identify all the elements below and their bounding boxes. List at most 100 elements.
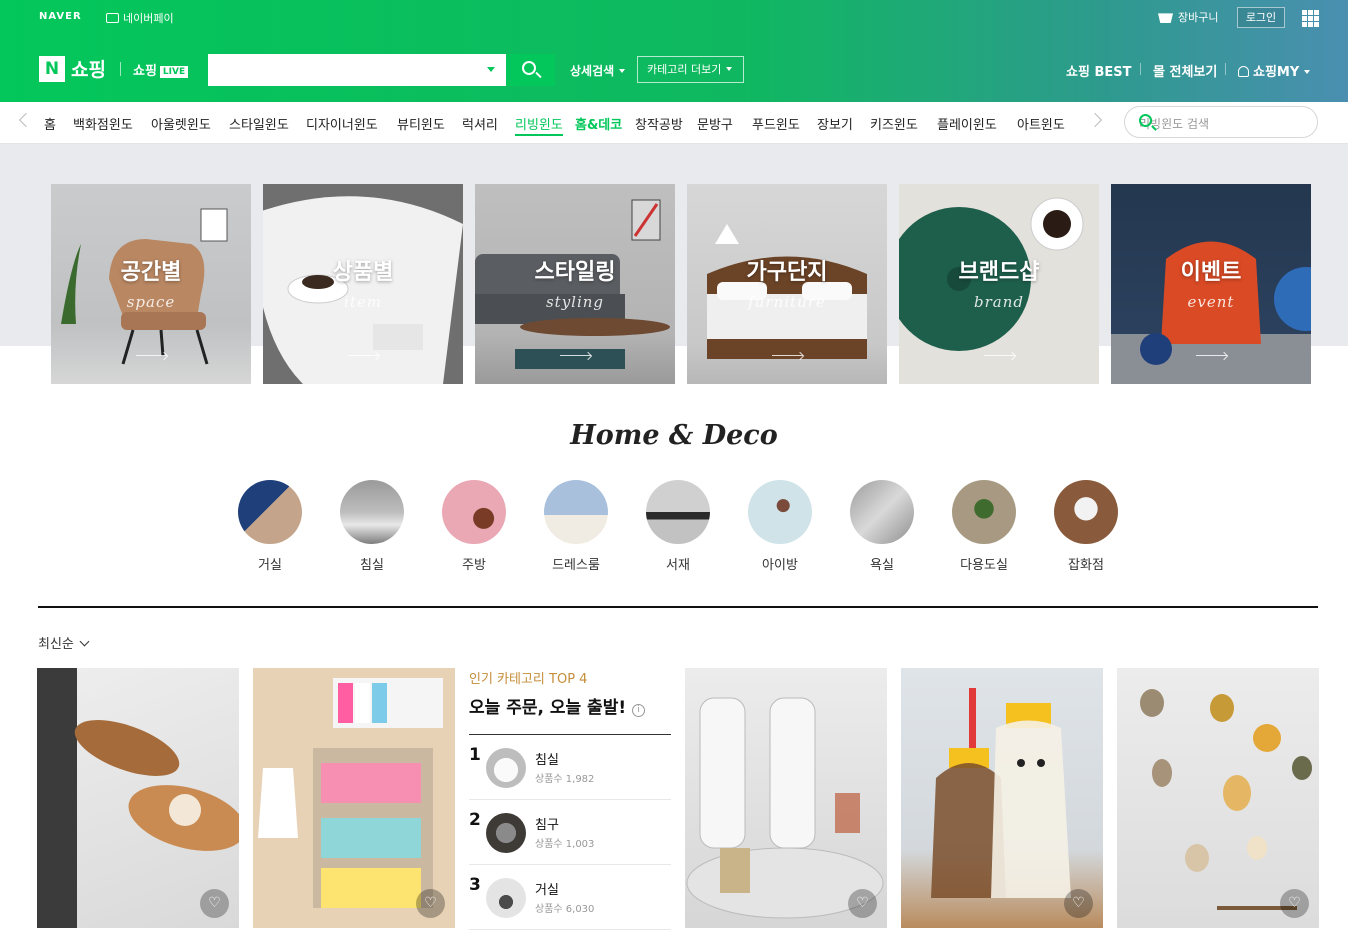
- window-nav-bar: 홈 백화점윈도 아울렛윈도 스타일윈도 디자이너윈도 뷰티윈도 럭셔리 리빙윈도…: [0, 102, 1348, 144]
- product-card[interactable]: ♡: [37, 668, 239, 928]
- rank-item[interactable]: 3 거실 상품수 6,030: [469, 865, 671, 930]
- room-label: 침실: [360, 558, 384, 573]
- nav-prev-icon[interactable]: [18, 112, 34, 128]
- nav-item-home-deco[interactable]: 홈&데코: [575, 114, 622, 133]
- room-study[interactable]: 서재: [638, 480, 718, 573]
- room-goods[interactable]: 잡화점: [1046, 480, 1126, 573]
- cart-link[interactable]: 장바구니: [1158, 9, 1218, 25]
- wish-heart-icon[interactable]: ♡: [848, 889, 877, 918]
- detail-search-button[interactable]: 상세검색: [570, 62, 626, 79]
- rank-item[interactable]: 1 침실 상품수 1,982: [469, 735, 671, 800]
- rank-name: 침실: [535, 753, 559, 768]
- product-card[interactable]: ♡: [1117, 668, 1319, 928]
- room-kids[interactable]: 아이방: [740, 480, 820, 573]
- nav-item-food[interactable]: 푸드윈도: [752, 114, 800, 133]
- nav-item-style[interactable]: 스타일윈도: [229, 114, 289, 133]
- search-button[interactable]: [506, 54, 555, 86]
- living-search-input[interactable]: 리빙윈도 검색: [1124, 106, 1318, 138]
- nav-item-luxury[interactable]: 럭셔리: [462, 114, 498, 133]
- tile-title: 가구단지: [746, 260, 828, 285]
- category-more-button[interactable]: 카테고리 더보기: [637, 56, 744, 83]
- room-label: 드레스룸: [552, 558, 600, 573]
- sort-label: 최신순: [38, 637, 74, 652]
- product-card[interactable]: ♡: [685, 668, 887, 928]
- tile-space[interactable]: 공간별 space: [51, 184, 251, 384]
- wish-heart-icon[interactable]: ♡: [200, 889, 229, 918]
- logo-divider: [120, 62, 121, 76]
- sort-dropdown[interactable]: 최신순: [38, 633, 90, 652]
- top4-subtitle: 인기 카테고리 TOP 4: [469, 672, 588, 687]
- nav-item-play[interactable]: 플레이윈도: [937, 114, 997, 133]
- caret-down-icon: [726, 67, 733, 71]
- search-dropdown-icon[interactable]: [487, 67, 495, 72]
- shopping-logo-text[interactable]: 쇼핑: [71, 55, 106, 82]
- wish-heart-icon[interactable]: ♡: [1280, 889, 1309, 918]
- product-card[interactable]: ♡: [253, 668, 455, 928]
- nav-item-craft[interactable]: 창작공방: [635, 114, 683, 133]
- room-label: 아이방: [762, 558, 798, 573]
- arrow-right-icon: [772, 355, 803, 356]
- tile-event[interactable]: 이벤트 event: [1111, 184, 1311, 384]
- room-dressroom[interactable]: 드레스룸: [536, 480, 616, 573]
- arrow-right-icon: [348, 355, 379, 356]
- rank-thumbnail: [486, 878, 526, 918]
- nav-item-beauty[interactable]: 뷰티윈도: [397, 114, 445, 133]
- shopping-best-link[interactable]: 쇼핑 BEST: [1066, 61, 1131, 80]
- tile-brand[interactable]: 브랜드샵 brand: [899, 184, 1099, 384]
- room-bathroom[interactable]: 욕실: [842, 480, 922, 573]
- wish-heart-icon[interactable]: ♡: [1064, 889, 1093, 918]
- arrow-right-icon: [560, 355, 591, 356]
- nav-item-kids[interactable]: 키즈윈도: [870, 114, 918, 133]
- search-icon[interactable]: [1139, 114, 1152, 127]
- search-input[interactable]: [208, 54, 506, 86]
- naver-logo[interactable]: NAVER: [39, 11, 82, 22]
- rank-item[interactable]: 2 침구 상품수 1,003: [469, 800, 671, 865]
- mall-all-link[interactable]: 몰 전체보기: [1153, 61, 1217, 80]
- detail-search-label: 상세검색: [570, 64, 615, 78]
- rank-name: 침구: [535, 818, 559, 833]
- basket-icon: [1158, 13, 1173, 23]
- chevron-down-icon: [79, 636, 90, 647]
- tile-title: 브랜드샵: [958, 260, 1040, 285]
- cart-label: 장바구니: [1178, 11, 1219, 24]
- tile-furniture[interactable]: 가구단지 furniture: [687, 184, 887, 384]
- nav-item-home[interactable]: 홈: [44, 114, 56, 133]
- room-living[interactable]: 거실: [230, 480, 310, 573]
- product-card[interactable]: ♡: [901, 668, 1103, 928]
- nav-next-icon[interactable]: [1087, 112, 1103, 128]
- room-thumbnail: [442, 480, 506, 544]
- nav-item-designer[interactable]: 디자이너윈도: [306, 114, 378, 133]
- rank-thumbnail: [486, 813, 526, 853]
- arrow-right-icon: [1196, 355, 1227, 356]
- shopping-my-menu[interactable]: 쇼핑MY: [1238, 61, 1311, 80]
- shopping-live-link[interactable]: 쇼핑 LIVE: [133, 60, 189, 79]
- room-thumbnail: [850, 480, 914, 544]
- rank-number: 3: [469, 875, 481, 895]
- shopping-logo-n[interactable]: N: [39, 56, 65, 82]
- tile-item[interactable]: 상품별 item: [263, 184, 463, 384]
- nav-item-grocery[interactable]: 장보기: [817, 114, 853, 133]
- nav-item-outlet[interactable]: 아울렛윈도: [151, 114, 211, 133]
- person-icon: [1238, 66, 1249, 77]
- nav-item-department[interactable]: 백화점윈도: [73, 114, 133, 133]
- section-title: Home & Deco: [570, 420, 778, 451]
- tile-styling[interactable]: 스타일링 styling: [475, 184, 675, 384]
- nav-item-living[interactable]: 리빙윈도: [515, 114, 563, 136]
- room-label: 욕실: [870, 558, 894, 573]
- room-label: 거실: [258, 558, 282, 573]
- tile-subtitle: furniture: [748, 293, 826, 311]
- top4-title: 오늘 주문, 오늘 출발! i: [469, 693, 671, 718]
- rank-count: 상품수 6,030: [535, 904, 595, 915]
- room-utility[interactable]: 다용도실: [944, 480, 1024, 573]
- top-utility-bar: NAVER 네이버페이 장바구니 로그인: [0, 0, 1348, 36]
- room-bedroom[interactable]: 침실: [332, 480, 412, 573]
- login-button[interactable]: 로그인: [1237, 7, 1285, 28]
- apps-grid-icon[interactable]: [1302, 10, 1319, 27]
- naver-pay-link[interactable]: 네이버페이: [106, 10, 174, 26]
- room-label: 서재: [666, 558, 690, 573]
- info-icon[interactable]: i: [632, 704, 646, 717]
- wish-heart-icon[interactable]: ♡: [416, 889, 445, 918]
- room-kitchen[interactable]: 주방: [434, 480, 514, 573]
- nav-item-stationery[interactable]: 문방구: [697, 114, 733, 133]
- nav-item-art[interactable]: 아트윈도: [1017, 114, 1065, 133]
